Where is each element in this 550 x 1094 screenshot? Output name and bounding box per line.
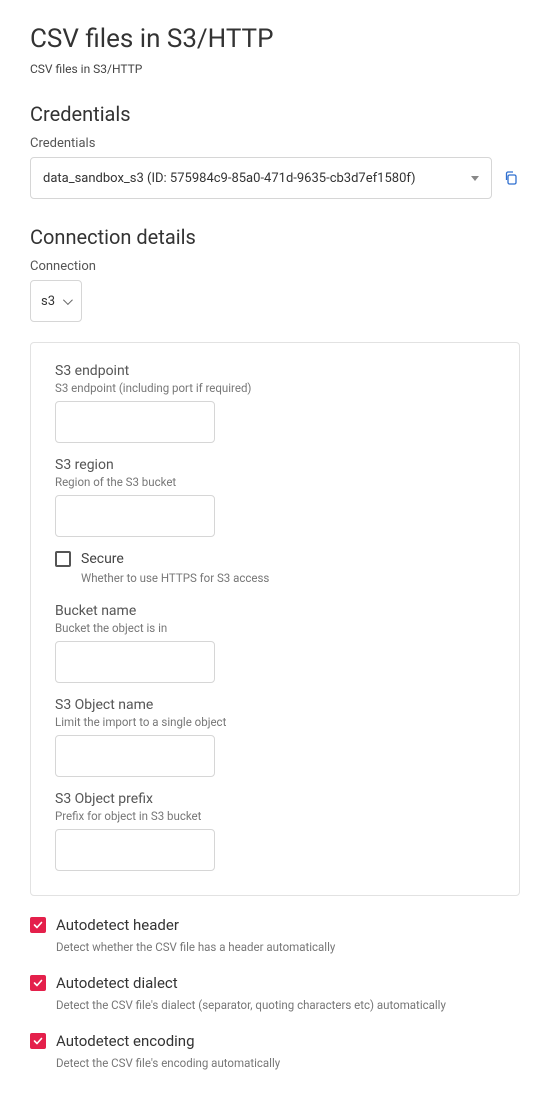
autodetect-encoding-hint: Detect the CSV file's encoding automatic… bbox=[56, 1056, 520, 1070]
autodetect-header-hint: Detect whether the CSV file has a header… bbox=[56, 940, 520, 954]
bucket-name-input[interactable] bbox=[55, 641, 215, 683]
check-icon bbox=[33, 1036, 43, 1046]
s3-endpoint-hint: S3 endpoint (including port if required) bbox=[55, 381, 495, 395]
s3-region-label: S3 region bbox=[55, 457, 495, 473]
autodetect-dialect-hint: Detect the CSV file's dialect (separator… bbox=[56, 998, 520, 1012]
autodetect-header-checkbox[interactable] bbox=[30, 917, 46, 933]
s3-region-hint: Region of the S3 bucket bbox=[55, 475, 495, 489]
autodetect-dialect-label: Autodetect dialect bbox=[56, 974, 178, 992]
check-icon bbox=[33, 920, 43, 930]
connection-select[interactable]: s3 bbox=[30, 280, 82, 322]
s3-object-name-hint: Limit the import to a single object bbox=[55, 715, 495, 729]
copy-icon bbox=[503, 170, 519, 186]
credentials-section-header: Credentials bbox=[30, 102, 520, 126]
bucket-name-hint: Bucket the object is in bbox=[55, 621, 495, 635]
page-title: CSV files in S3/HTTP bbox=[30, 24, 520, 54]
copy-credentials-button[interactable] bbox=[502, 169, 520, 187]
autodetect-dialect-checkbox[interactable] bbox=[30, 975, 46, 991]
secure-hint: Whether to use HTTPS for S3 access bbox=[81, 571, 495, 585]
autodetect-encoding-checkbox[interactable] bbox=[30, 1033, 46, 1049]
s3-endpoint-input[interactable] bbox=[55, 401, 215, 443]
s3-object-name-input[interactable] bbox=[55, 735, 215, 777]
s3-settings-panel: S3 endpoint S3 endpoint (including port … bbox=[30, 342, 520, 896]
autodetect-header-label: Autodetect header bbox=[56, 916, 179, 934]
credentials-field-label: Credentials bbox=[30, 136, 520, 151]
s3-endpoint-label: S3 endpoint bbox=[55, 363, 495, 379]
credentials-selected-value: data_sandbox_s3 (ID: 575984c9-85a0-471d-… bbox=[43, 171, 416, 186]
page-subtitle: CSV files in S3/HTTP bbox=[30, 62, 520, 76]
s3-object-prefix-label: S3 Object prefix bbox=[55, 791, 495, 807]
connection-selected-value: s3 bbox=[41, 294, 55, 309]
s3-region-input[interactable] bbox=[55, 495, 215, 537]
secure-label: Secure bbox=[81, 551, 124, 567]
connection-field-label: Connection bbox=[30, 259, 520, 274]
connection-section-header: Connection details bbox=[30, 225, 520, 249]
secure-checkbox[interactable] bbox=[55, 551, 71, 567]
bucket-name-label: Bucket name bbox=[55, 603, 495, 619]
s3-object-prefix-hint: Prefix for object in S3 bucket bbox=[55, 809, 495, 823]
credentials-select[interactable]: data_sandbox_s3 (ID: 575984c9-85a0-471d-… bbox=[30, 157, 492, 199]
s3-object-prefix-input[interactable] bbox=[55, 829, 215, 871]
autodetect-encoding-label: Autodetect encoding bbox=[56, 1032, 195, 1050]
s3-object-name-label: S3 Object name bbox=[55, 697, 495, 713]
chevron-down-icon bbox=[471, 176, 479, 181]
chevron-down-icon bbox=[61, 296, 71, 306]
check-icon bbox=[33, 978, 43, 988]
